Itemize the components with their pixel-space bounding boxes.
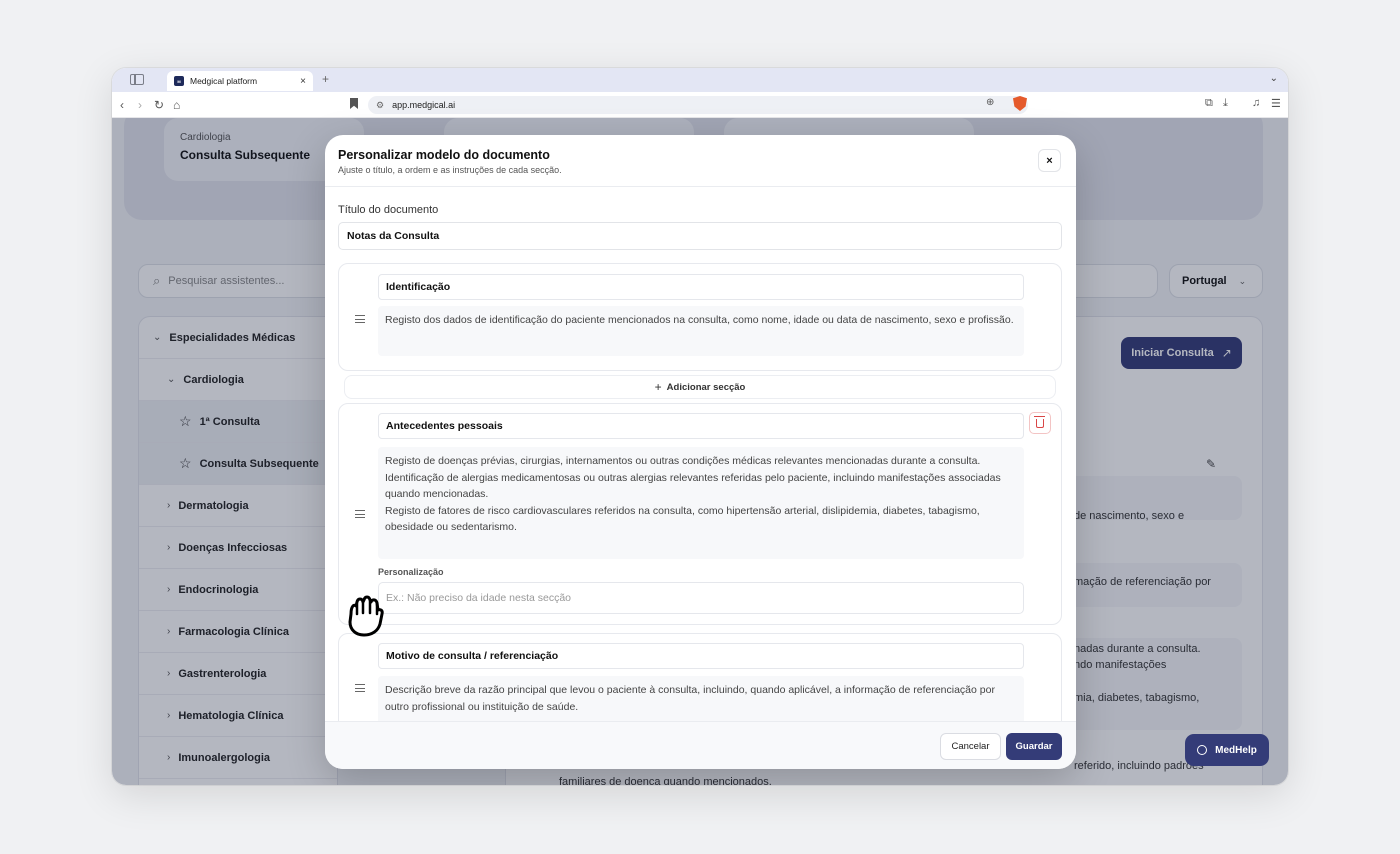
zoom-icon[interactable]: ⊕ (986, 97, 994, 108)
section-description[interactable]: Registo de doenças prévias, cirurgias, i… (378, 447, 1024, 559)
download-icon[interactable]: ⤓ (1223, 97, 1228, 110)
url-field[interactable]: ⚙ app.medgical.ai (368, 96, 1028, 114)
tab-close-icon[interactable]: × (300, 76, 306, 87)
drag-handle-icon[interactable] (355, 684, 365, 692)
browser-tab[interactable]: M Medgical platform × (167, 71, 313, 91)
section-description[interactable]: Registo dos dados de identificação do pa… (378, 306, 1024, 356)
description-line: Registo de fatores de risco cardiovascul… (385, 504, 980, 534)
cancel-button[interactable]: Cancelar (940, 733, 1001, 760)
address-bar: ‹ › ↻ ⌂ ⚙ app.medgical.ai ⊕ ⧉ ⤓ ♫ ☰ (112, 92, 1288, 118)
back-icon[interactable]: ‹ (120, 97, 124, 113)
medhelp-label: MedHelp (1215, 744, 1257, 756)
drag-handle-icon[interactable] (355, 510, 365, 518)
customize-template-modal: Personalizar modelo do documento Ajuste … (325, 135, 1076, 769)
section-description[interactable]: Descrição breve da razão principal que l… (378, 676, 1024, 721)
home-icon[interactable]: ⌂ (173, 97, 180, 113)
menu-icon[interactable]: ☰ (1271, 97, 1281, 110)
description-line: Registo de doenças prévias, cirurgias, i… (385, 455, 981, 467)
close-icon: × (1046, 154, 1053, 167)
doc-title-input[interactable]: Notas da Consulta (338, 222, 1062, 250)
modal-footer: Cancelar Guardar (325, 721, 1076, 769)
grab-hand-cursor-icon (348, 595, 384, 637)
section-heading-input[interactable]: Antecedentes pessoais (378, 413, 1024, 439)
section-antecedentes: Antecedentes pessoais Registo de doenças… (338, 403, 1062, 625)
extensions-icon[interactable]: ⧉ (1205, 97, 1213, 110)
plus-icon: + (654, 380, 662, 394)
drag-handle-icon[interactable] (355, 315, 365, 323)
add-section-button[interactable]: + Adicionar secção (344, 375, 1056, 399)
doc-title-label: Título do documento (338, 204, 439, 216)
modal-subtitle: Ajuste o título, a ordem e as instruções… (338, 165, 562, 175)
add-section-label: Adicionar secção (666, 381, 746, 393)
modal-header: Personalizar modelo do documento Ajuste … (325, 135, 1076, 187)
chat-bubble-icon (1197, 745, 1208, 755)
save-button[interactable]: Guardar (1006, 733, 1062, 760)
browser-window: M Medgical platform × + ⌄ ‹ › ↻ ⌂ ⚙ app.… (112, 68, 1288, 785)
close-button[interactable]: × (1038, 149, 1061, 172)
customization-input[interactable]: Ex.: Não preciso da idade nesta secção (378, 582, 1024, 614)
section-identificacao: Identificação Registo dos dados de ident… (338, 263, 1062, 371)
trash-icon (1034, 415, 1045, 428)
new-tab-icon[interactable]: + (322, 72, 329, 86)
description-line: Identificação de alergias medicamentosas… (385, 471, 1001, 501)
tab-list-chevron-icon[interactable]: ⌄ (1270, 73, 1278, 84)
section-motivo: Motivo de consulta / referenciação Descr… (338, 633, 1062, 721)
delete-section-button[interactable] (1029, 412, 1051, 434)
bookmark-icon[interactable] (350, 98, 358, 109)
section-heading-input[interactable]: Motivo de consulta / referenciação (378, 643, 1024, 669)
modal-title: Personalizar modelo do documento (338, 148, 550, 162)
site-settings-icon[interactable]: ⚙ (376, 100, 384, 111)
forward-icon[interactable]: › (138, 97, 142, 113)
sidebar-toggle-icon[interactable] (130, 74, 144, 85)
medhelp-button[interactable]: MedHelp (1185, 734, 1269, 766)
modal-body[interactable]: Título do documento Notas da Consulta Id… (325, 187, 1076, 721)
medgical-favicon-icon: M (174, 76, 184, 86)
customization-label: Personalização (378, 567, 444, 577)
tab-bar: M Medgical platform × + ⌄ (112, 68, 1288, 92)
url-text: app.medgical.ai (392, 100, 456, 110)
reload-icon[interactable]: ↻ (154, 97, 164, 113)
tab-title: Medgical platform (190, 76, 258, 86)
section-heading-input[interactable]: Identificação (378, 274, 1024, 300)
media-icon[interactable]: ♫ (1252, 97, 1260, 109)
